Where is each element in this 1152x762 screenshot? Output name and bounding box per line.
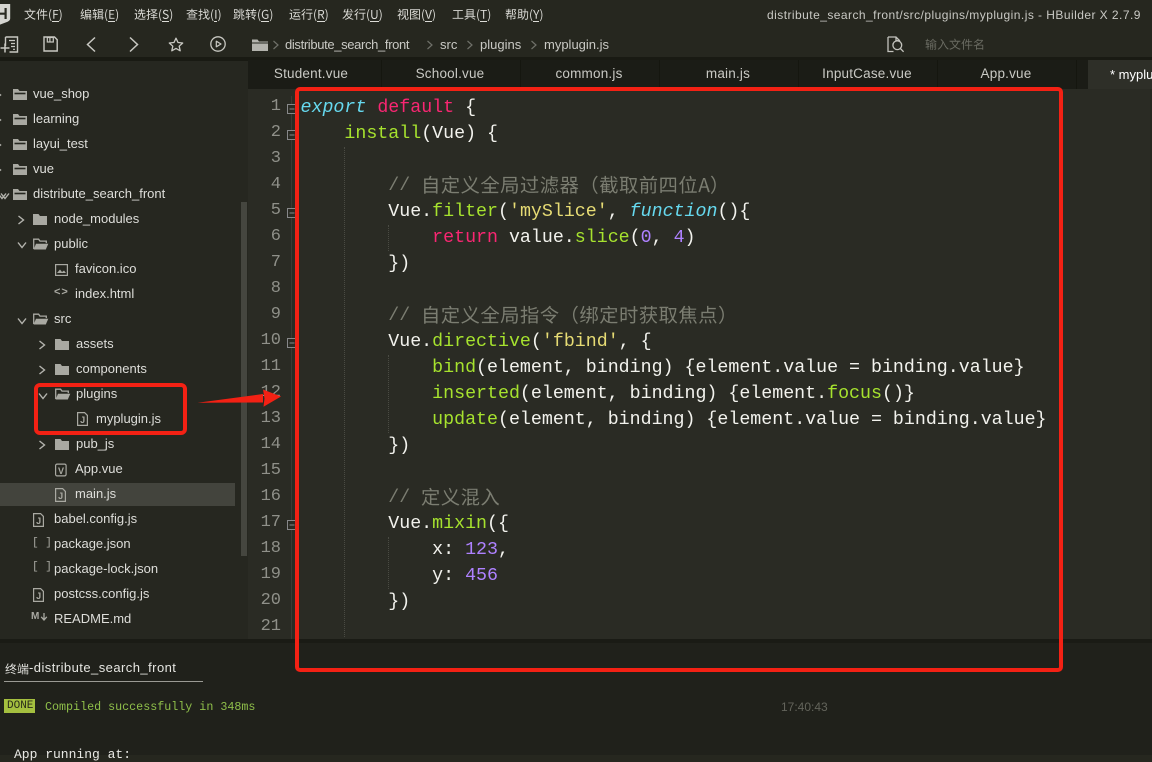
svg-text:J: J: [58, 491, 63, 501]
svg-text:V: V: [58, 466, 64, 476]
svg-text:J: J: [36, 591, 41, 601]
svg-text:J: J: [36, 516, 41, 526]
